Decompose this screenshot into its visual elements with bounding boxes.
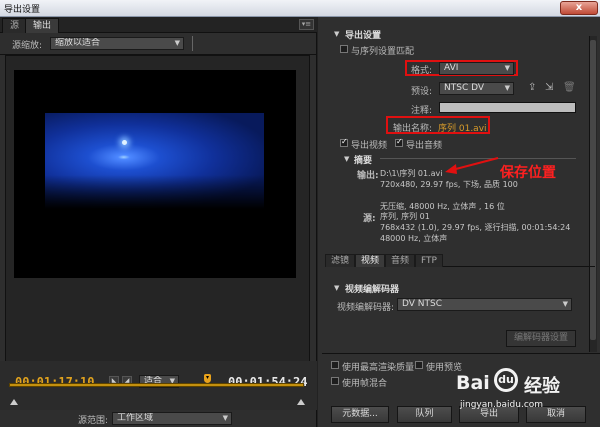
window-title: 导出设置: [4, 5, 41, 15]
preset-label: 预设:: [411, 87, 433, 97]
source-scale-row: 源缩放: 缩放以适合 ▼: [0, 33, 317, 55]
summary-title: 摘要: [354, 156, 373, 166]
chevron-down-icon: ▼: [504, 64, 510, 72]
video-fade: [45, 175, 264, 209]
video-frame: [14, 70, 296, 278]
source-scale-label: 源缩放:: [12, 41, 43, 51]
source-summary-line: 序列, 序列 01: [380, 212, 430, 221]
chevron-down-icon: ▼: [504, 84, 510, 92]
output-summary-line: [380, 190, 518, 201]
output-summary-line: 720x480, 29.97 fps, 下场, 品质 100: [380, 180, 518, 189]
timeline-track[interactable]: [9, 383, 304, 387]
video-codec-value: DV NTSC: [402, 299, 443, 309]
format-dropdown[interactable]: AVI ▼: [439, 62, 514, 75]
save-preset-icon[interactable]: ⇪: [528, 82, 536, 93]
work-area-end-handle[interactable]: [297, 399, 305, 405]
chevron-down-icon: ▼: [222, 414, 228, 422]
source-summary: 序列, 序列 01 768x432 (1.0), 29.97 fps, 逐行扫描…: [380, 211, 570, 244]
max-render-quality-checkbox[interactable]: [331, 361, 339, 369]
max-render-quality-label: 使用最高渲染质量: [342, 363, 415, 373]
baidu-watermark: Bai du 经验 jingyan.baidu.com: [452, 366, 598, 416]
codec-settings-button[interactable]: 编解码器设置: [506, 330, 576, 347]
tab-filters[interactable]: 滤镜: [325, 254, 356, 267]
format-value: AVI: [444, 63, 459, 73]
source-summary-line: 768x432 (1.0), 29.97 fps, 逐行扫描, 00:01:54…: [380, 223, 571, 232]
source-range-label: 源范围:: [78, 416, 109, 426]
save-location-annotation: 保存位置: [500, 165, 556, 181]
use-preview-checkbox[interactable]: [415, 361, 423, 369]
bottom-divider: [322, 353, 600, 354]
collapse-triangle-icon[interactable]: ▼: [334, 30, 339, 38]
window-titlebar: 导出设置 x: [0, 0, 600, 17]
collapse-triangle-icon[interactable]: ▼: [344, 155, 349, 163]
source-range-value: 工作区域: [117, 413, 154, 423]
paw-icon: du: [494, 368, 518, 392]
light-spot: [122, 140, 127, 145]
preset-value: NTSC DV: [444, 83, 485, 93]
close-button[interactable]: x: [560, 1, 598, 15]
watermark-brand2: 经验: [524, 376, 560, 397]
tab-output[interactable]: 输出: [25, 18, 60, 33]
video-codec-title: 视频编解码器: [345, 285, 400, 295]
comments-label: 注释:: [411, 106, 433, 116]
source-scale-value: 缩放以适合: [55, 38, 101, 48]
output-name-link[interactable]: 序列 01.avi: [438, 121, 487, 134]
queue-button[interactable]: 队列: [397, 406, 452, 423]
export-video-label: 导出视频: [351, 141, 388, 151]
work-area-start-handle[interactable]: [10, 399, 18, 405]
source-scale-dropdown[interactable]: 缩放以适合 ▼: [50, 37, 184, 50]
export-settings-title: 导出设置: [345, 31, 382, 41]
tab-audio[interactable]: 音频: [385, 254, 416, 267]
watermark-brand: Bai: [456, 372, 490, 394]
export-audio-checkbox[interactable]: [395, 137, 403, 147]
match-sequence-label: 与序列设置匹配: [351, 47, 415, 57]
watermark-url: jingyan.baidu.com: [460, 400, 544, 410]
source-range-dropdown[interactable]: 工作区域 ▼: [112, 412, 232, 425]
video-codec-label: 视频编解码器:: [337, 303, 395, 313]
match-sequence-checkbox[interactable]: [340, 45, 348, 53]
video-codec-dropdown[interactable]: DV NTSC ▼: [397, 298, 572, 311]
settings-scroll-thumb[interactable]: [590, 40, 596, 340]
tab-ftp[interactable]: FTP: [415, 254, 443, 267]
output-summary-label: 输出:: [357, 171, 379, 181]
metadata-button[interactable]: 元数据...: [331, 406, 389, 423]
divider: [192, 36, 193, 51]
export-audio-label: 导出音频: [406, 141, 443, 151]
tab-video[interactable]: 视频: [355, 254, 386, 267]
delete-preset-icon[interactable]: 🗑: [563, 82, 576, 93]
source-summary-line: 48000 Hz, 立体声: [380, 234, 448, 243]
tab-source[interactable]: 源: [2, 18, 28, 33]
preset-dropdown[interactable]: NTSC DV ▼: [439, 82, 514, 95]
format-label: 格式:: [411, 66, 433, 76]
frame-blending-checkbox[interactable]: [331, 377, 339, 385]
output-name-label: 输出名称:: [393, 124, 433, 134]
chevron-down-icon: ▼: [174, 39, 180, 47]
chevron-down-icon: ▼: [562, 300, 568, 308]
settings-subtabs: 滤镜 视频 音频 FTP: [325, 252, 595, 267]
frame-blending-label: 使用帧混合: [342, 379, 388, 389]
panel-menu-icon[interactable]: ▾≡: [299, 19, 314, 30]
collapse-triangle-icon[interactable]: ▼: [334, 284, 339, 292]
source-summary-label: 源:: [363, 214, 376, 224]
video-preview-image: [45, 113, 264, 209]
export-video-checkbox[interactable]: [340, 137, 348, 147]
playhead-handle[interactable]: ▾: [204, 374, 211, 383]
comments-input[interactable]: [439, 102, 576, 113]
import-preset-icon[interactable]: ⇲: [545, 82, 553, 93]
preview-tabs: 源 输出 ▾≡: [0, 17, 317, 33]
